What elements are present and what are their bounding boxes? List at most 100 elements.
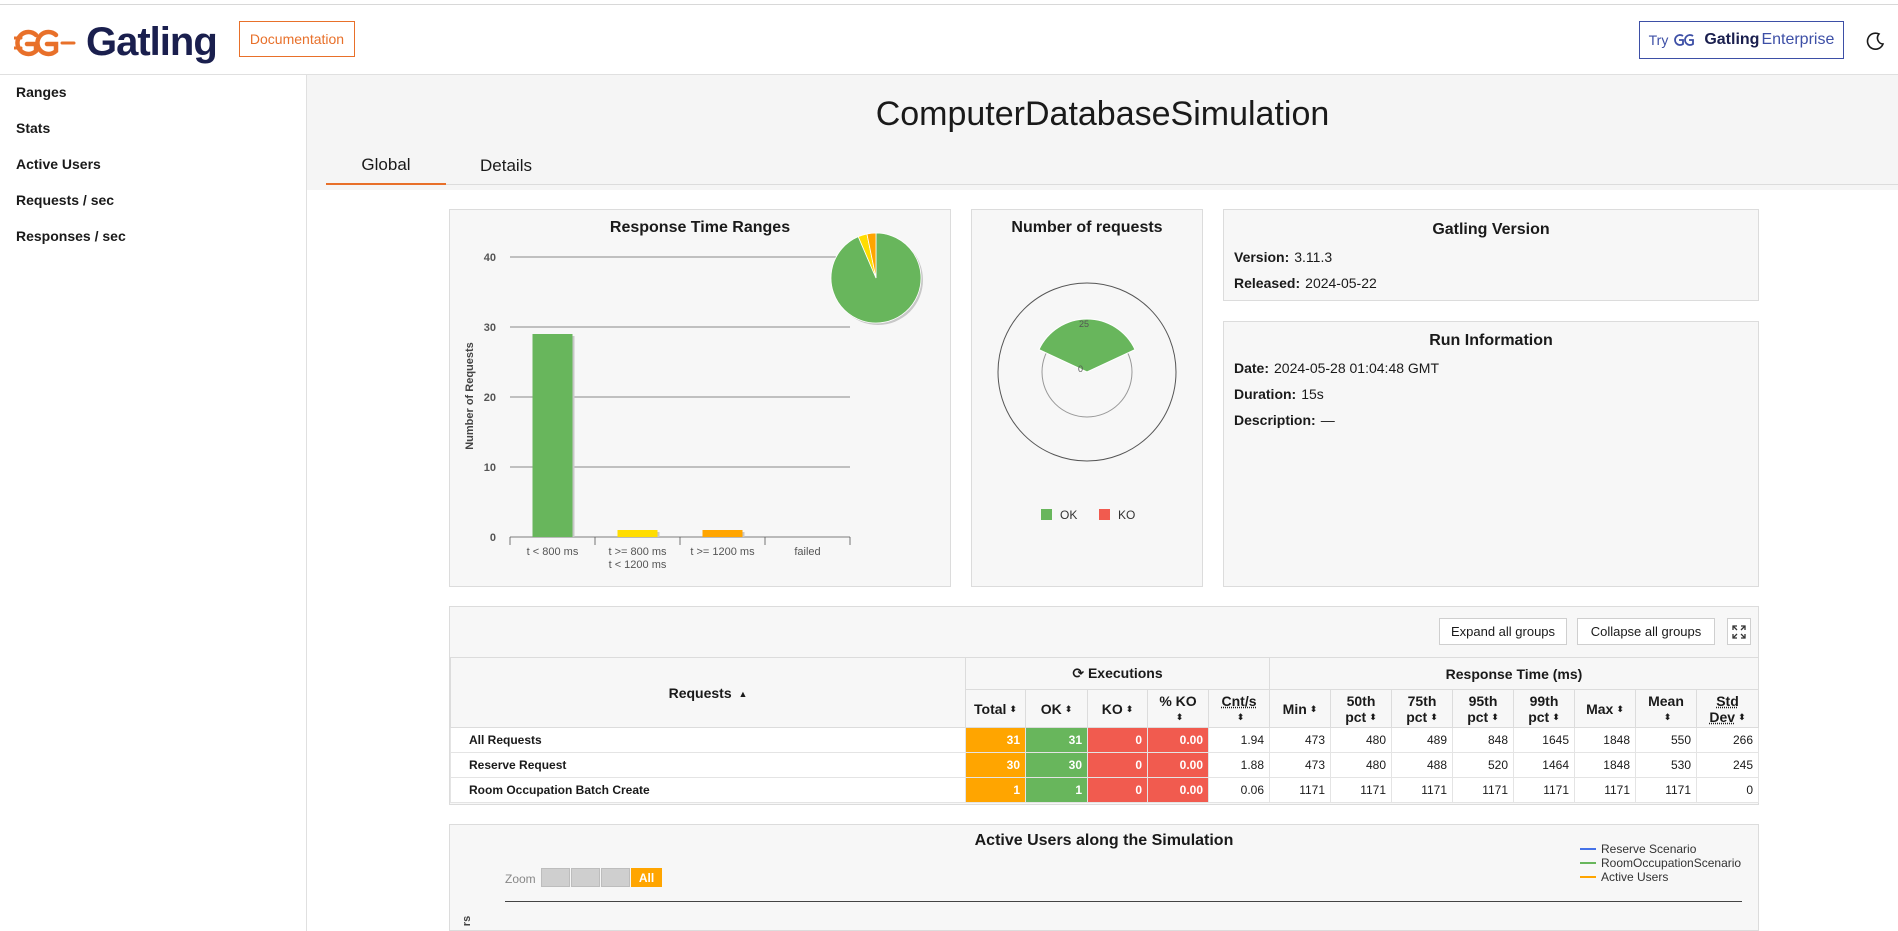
col-p95[interactable]: 95th pct ⬍: [1452, 689, 1514, 728]
col-pct-ko[interactable]: % KO ⬍: [1147, 689, 1209, 728]
row-name[interactable]: Room Occupation Batch Create: [450, 777, 966, 803]
response-time-ranges-chart: Number of Requests 0 10 20 30 40 t < 800 ms t…: [464, 232, 923, 571]
tab-bar: Global Details: [326, 147, 1898, 185]
col-total[interactable]: Total ⬍: [965, 689, 1026, 728]
page-title: ComputerDatabaseSimulation: [875, 95, 1330, 133]
sidebar-item-requests-per-sec[interactable]: Requests / sec: [16, 192, 114, 208]
response-time-ranges-card: Response Time Ranges Number of Requests …: [449, 209, 951, 587]
date-value: 2024-05-28 01:04:48 GMT: [1274, 360, 1440, 376]
legend-line-orange: [1580, 876, 1596, 878]
cell-mean: 550: [1635, 727, 1697, 753]
released-row: Released: 2024-05-22: [1234, 275, 1377, 291]
legend-ko-swatch: [1099, 509, 1110, 520]
bar[interactable]: [617, 530, 658, 537]
col-p50[interactable]: 50th pct ⬍: [1330, 689, 1392, 728]
legend-label: Active Users: [1601, 870, 1669, 884]
duration-row: Duration: 15s: [1234, 386, 1324, 402]
legend-room-occupation-scenario[interactable]: RoomOccupationScenario: [1580, 856, 1741, 870]
active-users-card: Active Users along the Simulation Zoom A…: [449, 824, 1759, 931]
sidebar-item-stats[interactable]: Stats: [16, 120, 50, 136]
try-enterprise-button[interactable]: Try Gatling Enterprise: [1639, 21, 1844, 59]
tab-global[interactable]: Global: [326, 147, 446, 185]
col-ok[interactable]: OK ⬍: [1025, 689, 1088, 728]
cell-ko: 0: [1087, 777, 1148, 803]
legend-line-blue: [1580, 848, 1596, 850]
zoom-button[interactable]: [541, 868, 570, 887]
sort-icon: ⬍: [1236, 712, 1245, 723]
legend-ok-label[interactable]: OK: [1060, 508, 1077, 522]
table-row[interactable]: All Requests 31 31 0 0.00 1.94 473 480 4…: [450, 727, 1759, 753]
zoom-button[interactable]: [601, 868, 630, 887]
row-name[interactable]: Reserve Request: [450, 752, 966, 778]
cell-max: 1171: [1574, 777, 1636, 803]
date-row: Date: 2024-05-28 01:04:48 GMT: [1234, 360, 1439, 376]
col-p99[interactable]: 99th pct ⬍: [1513, 689, 1575, 728]
legend-reserve-scenario[interactable]: Reserve Scenario: [1580, 842, 1696, 856]
sort-icon: ⬍: [1175, 712, 1184, 723]
gatling-version-title: Gatling Version: [1432, 221, 1550, 238]
legend-line-green: [1580, 862, 1596, 864]
version-label: Version:: [1234, 249, 1290, 265]
sidebar-item-responses-per-sec[interactable]: Responses / sec: [16, 228, 126, 244]
legend-active-users[interactable]: Active Users: [1580, 870, 1668, 884]
row-name[interactable]: All Requests: [450, 727, 966, 753]
y-axis-label-fragment: rs: [461, 915, 474, 927]
sort-icon: ⬍: [1064, 704, 1073, 715]
col-cnt-label: Cnt/s: [1221, 692, 1257, 709]
col-min-label: Min: [1282, 700, 1307, 717]
cell-p99: 1645: [1513, 727, 1575, 753]
try-brand: Gatling: [1704, 31, 1760, 48]
table-row[interactable]: Reserve Request 30 30 0 0.00 1.88 473 48…: [450, 752, 1759, 778]
documentation-button[interactable]: Documentation: [239, 21, 355, 57]
col-p75[interactable]: 75th pct ⬍: [1391, 689, 1453, 728]
expand-all-groups-button[interactable]: Expand all groups: [1439, 618, 1567, 645]
col-min[interactable]: Min ⬍: [1269, 689, 1331, 728]
col-ko-label: KO: [1101, 700, 1123, 717]
legend-ko-label[interactable]: KO: [1118, 508, 1135, 522]
bar[interactable]: [532, 334, 573, 537]
bar[interactable]: [702, 530, 743, 537]
sort-icon: ⬍: [1491, 712, 1499, 723]
version-value: 3.11.3: [1294, 249, 1333, 265]
col-p75-label-a: 75th: [1407, 692, 1437, 709]
zoom-all-button[interactable]: All: [631, 868, 662, 887]
cell-pct-ko: 0.00: [1147, 727, 1209, 753]
sort-asc-icon: ▲: [738, 688, 748, 699]
cell-p75: 488: [1391, 752, 1453, 778]
requests-header[interactable]: Requests ▲: [450, 657, 966, 728]
col-std-label-a: Std: [1716, 692, 1739, 709]
col-cnt[interactable]: Cnt/s ⬍: [1208, 689, 1270, 728]
sidebar-item-active-users[interactable]: Active Users: [16, 156, 101, 172]
col-std[interactable]: Std Dev ⬍: [1696, 689, 1759, 728]
col-pct-ko-label: % KO: [1159, 692, 1197, 709]
legend-label: Reserve Scenario: [1601, 842, 1697, 856]
cell-pct-ko: 0.00: [1147, 752, 1209, 778]
x-tick-label: t < 800 ms: [527, 546, 579, 558]
zoom-button[interactable]: [571, 868, 600, 887]
col-ko[interactable]: KO ⬍: [1087, 689, 1148, 728]
col-mean[interactable]: Mean ⬍: [1635, 689, 1697, 728]
tab-details[interactable]: Details: [446, 147, 566, 185]
sort-icon: ⬍: [1369, 712, 1377, 723]
cell-min: 1171: [1269, 777, 1331, 803]
run-information-card: Run Information Date: 2024-05-28 01:04:48…: [1223, 321, 1759, 587]
try-prefix: Try: [1648, 32, 1669, 48]
collapse-all-groups-button[interactable]: Collapse all groups: [1577, 618, 1715, 645]
number-of-requests-card: Number of requests 25 0 OK KO: [971, 209, 1203, 587]
theme-toggle-moon-icon[interactable]: [1866, 31, 1886, 51]
col-p50-label-b: pct: [1345, 708, 1367, 725]
sidebar-item-ranges[interactable]: Ranges: [16, 84, 67, 100]
cell-p75: 1171: [1391, 777, 1453, 803]
y-tick-label: 40: [484, 252, 496, 264]
col-max[interactable]: Max ⬍: [1574, 689, 1636, 728]
fullscreen-icon[interactable]: [1727, 618, 1751, 645]
gatling-logo-icon: [14, 29, 76, 56]
y-tick-label: 10: [484, 462, 496, 474]
cell-std: 266: [1696, 727, 1759, 753]
active-users-title: Active Users along the Simulation: [974, 832, 1234, 849]
sort-icon: ⬍: [1616, 704, 1624, 715]
gatling-logo[interactable]: Gatling: [14, 20, 218, 65]
tick-0: 0: [1078, 364, 1083, 374]
table-row[interactable]: Room Occupation Batch Create 1 1 0 0.00 …: [450, 777, 1759, 803]
col-p95-label-a: 95th: [1468, 692, 1498, 709]
